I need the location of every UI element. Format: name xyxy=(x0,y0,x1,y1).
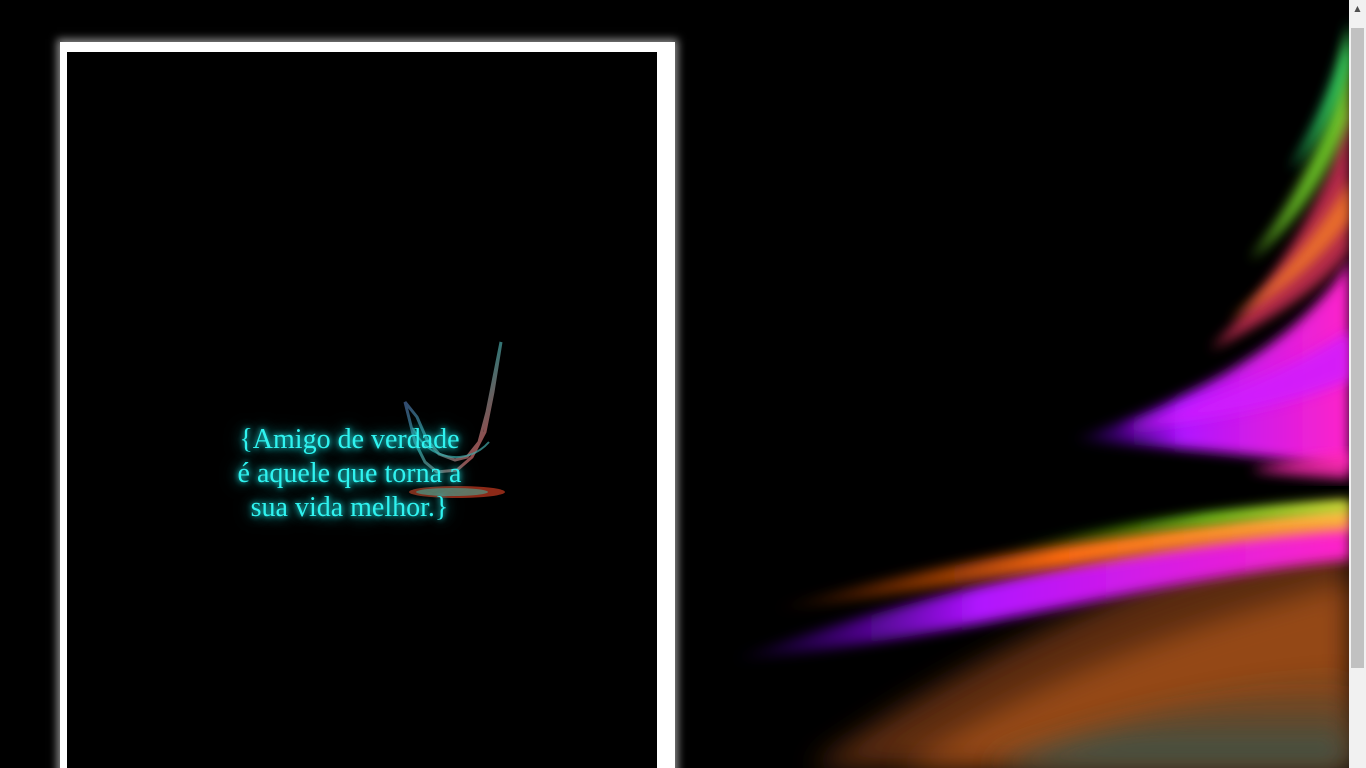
photo-card: {Amigo de verdade é aquele que torna a s… xyxy=(67,52,657,768)
scrollbar-thumb[interactable] xyxy=(1351,28,1364,668)
background-abstract-art xyxy=(730,20,1350,768)
friendship-quote: {Amigo de verdade é aquele que torna a s… xyxy=(237,424,462,523)
scroll-up-button[interactable]: ▲ xyxy=(1349,0,1366,17)
triangle-up-icon: ▲ xyxy=(1354,4,1361,13)
page: {Amigo de verdade é aquele que torna a s… xyxy=(0,0,1366,768)
photo-frame: {Amigo de verdade é aquele que torna a s… xyxy=(60,42,675,768)
vertical-scrollbar[interactable]: ▲ xyxy=(1349,0,1366,768)
